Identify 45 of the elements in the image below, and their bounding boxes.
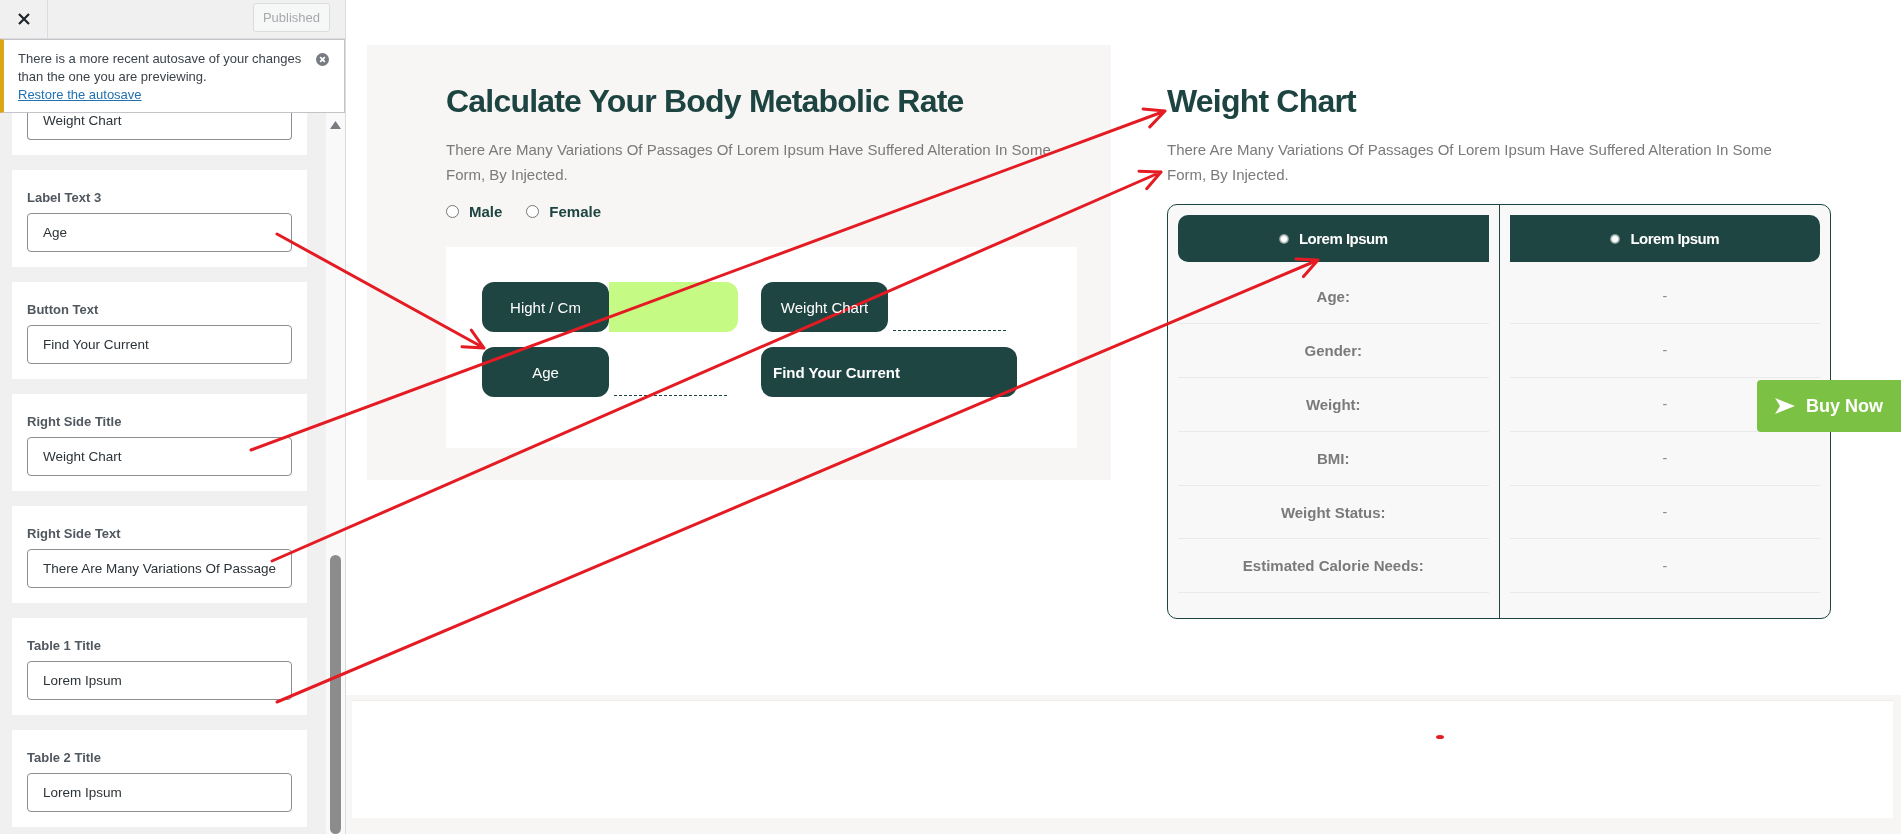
setting-label: Label Text 3 [27, 189, 102, 207]
close-icon [17, 13, 30, 25]
table-cell: - [1509, 323, 1820, 378]
text-field[interactable]: There Are Many Variations Of Passage [27, 549, 292, 588]
gender-radio[interactable]: Male [446, 202, 503, 220]
table-cell: - [1509, 539, 1820, 594]
setting-label: Button Text [27, 301, 99, 319]
dismiss-button[interactable] [316, 53, 329, 66]
setting-label: Table 1 Title [27, 637, 101, 655]
table-cell: - [1509, 485, 1820, 540]
text-field[interactable]: Lorem Ipsum [27, 773, 292, 812]
field-label: Hight / Cm [482, 282, 609, 332]
setting-label: Right Side Title [27, 413, 122, 431]
dot-icon [1278, 233, 1289, 244]
calculator-title: Calculate Your Body Metabolic Rate [446, 83, 965, 120]
table-cell: Estimated Calorie Needs: [1178, 539, 1489, 594]
notice-text: There is a more recent autosave of your changes than the one you are previewing. Restore the autosave [18, 50, 303, 104]
send-icon [1775, 398, 1795, 414]
pen-mark-icon [1436, 735, 1444, 739]
table-cell: Weight: [1178, 377, 1489, 432]
field-label: Age [482, 347, 609, 397]
dot-icon [1610, 233, 1621, 244]
restore-link[interactable]: Restore the autosave [18, 87, 142, 102]
text-field[interactable]: Age [27, 213, 292, 252]
text-field[interactable]: Weight Chart [27, 113, 292, 140]
text-field[interactable]: Lorem Ipsum [27, 661, 292, 700]
setting-label: Table 2 Title [27, 749, 101, 767]
text-field[interactable]: Weight Chart [27, 437, 292, 476]
scrollbar-thumb[interactable] [330, 555, 341, 834]
close-icon [316, 53, 329, 66]
table-cell: BMI: [1178, 431, 1489, 486]
text-field[interactable]: Find Your Current [27, 325, 292, 364]
table-cell: Gender: [1178, 323, 1489, 378]
input-field[interactable] [609, 282, 738, 332]
setting-label: Right Side Text [27, 525, 121, 543]
header-text: Lorem Ipsum [1298, 230, 1388, 247]
table-cell: Age: [1178, 270, 1489, 324]
table-cell: - [1509, 270, 1820, 324]
find-button[interactable]: Find Your Current [761, 347, 1017, 397]
chart-title: Weight Chart [1167, 83, 1358, 120]
header-text: Lorem Ipsum [1630, 230, 1720, 247]
table-cell: Weight Status: [1178, 485, 1489, 540]
chart-text: There Are Many Variations Of Passages Of Lorem Ipsum Have Suffered Alteration In Some Form, By Injected. [1167, 140, 1773, 185]
gender-radio[interactable]: Female [526, 202, 602, 220]
scroll-up-icon[interactable] [330, 121, 341, 129]
